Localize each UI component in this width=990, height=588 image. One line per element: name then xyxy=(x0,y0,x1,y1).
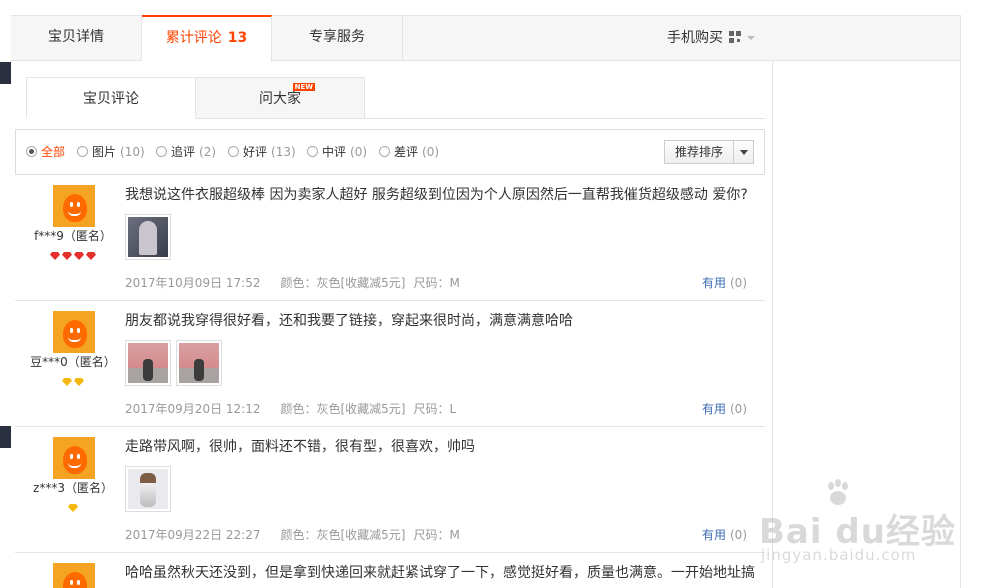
review-size: 尺码：L xyxy=(413,402,457,416)
review-username: 豆***0（匿名） xyxy=(30,355,116,369)
review-subtabs: 宝贝评论 问大家 NEW xyxy=(26,77,365,119)
review-color: 颜色：灰色[收藏减5元] xyxy=(280,402,406,416)
new-badge: NEW xyxy=(292,83,315,91)
filter-label: 中评 xyxy=(322,145,347,159)
review-text: 哈哈虽然秋天还没到，但是拿到快递回来就赶紧试穿了一下，感觉挺好看，质量也满意。一… xyxy=(125,565,755,581)
review-meta: 2017年10月09日 17:52 颜色：灰色[收藏减5元] 尺码：M xyxy=(125,274,460,291)
tab-reviews-label: 累计评论 xyxy=(165,30,222,46)
useful-count: (0) xyxy=(730,402,747,416)
review-filter-bar: 全部 图片 (10) 追评 (2) 好评 (13) 中评 (0) 差评 (0) 推荐排序 xyxy=(15,129,765,175)
chevron-down-icon xyxy=(740,150,748,155)
review-text: 我想说这件衣服超级棒 因为卖家人超好 服务超级到位因为个人原因然后一直帮我催货超… xyxy=(125,187,748,203)
review-item: f***9（匿名） 我想说这件衣服超级棒 因为卖家人超好 服务超级到位因为个人原… xyxy=(15,175,765,301)
useful-button[interactable]: 有用 (0) xyxy=(702,400,747,417)
review-date: 2017年09月22日 22:27 xyxy=(125,528,261,542)
review-date: 2017年09月20日 12:12 xyxy=(125,402,261,416)
useful-count: (0) xyxy=(730,276,747,290)
radio-icon xyxy=(26,146,37,157)
top-tab-bar: 宝贝详情 累计评论 13 专享服务 手机购买 xyxy=(11,15,961,62)
left-edge-marker xyxy=(0,62,11,84)
useful-label: 有用 xyxy=(701,528,726,542)
tab-exclusive-service[interactable]: 专享服务 xyxy=(272,15,403,61)
filter-count: (2) xyxy=(199,145,217,159)
review-image-thumb[interactable] xyxy=(176,340,222,386)
filter-positive[interactable]: 好评 (13) xyxy=(228,143,296,161)
review-size: 尺码：M xyxy=(413,276,460,290)
divider xyxy=(733,141,734,163)
review-images xyxy=(125,340,227,386)
useful-count: (0) xyxy=(730,528,747,542)
review-item: 豆***0（匿名） 朋友都说我穿得很好看，还和我要了链接，穿起来很时尚，满意满意… xyxy=(15,301,765,427)
filter-label: 图片 xyxy=(92,145,117,159)
review-username: f***9（匿名） xyxy=(34,229,112,243)
left-edge-marker xyxy=(0,426,11,448)
useful-button[interactable]: 有用 (0) xyxy=(702,526,747,543)
filter-negative[interactable]: 差评 (0) xyxy=(379,143,439,161)
avatar xyxy=(53,437,95,479)
filter-label: 差评 xyxy=(394,145,419,159)
mobile-buy-button[interactable]: 手机购买 xyxy=(667,16,755,61)
filter-count: (13) xyxy=(271,145,296,159)
review-image-thumb[interactable] xyxy=(125,214,171,260)
baidu-jingyan-watermark: Bai du经验 jingyan.baidu.com xyxy=(755,478,975,578)
useful-button[interactable]: 有用 (0) xyxy=(702,274,747,291)
subtab-item-reviews[interactable]: 宝贝评论 xyxy=(26,77,196,119)
subtab-ask-label: 问大家 xyxy=(259,91,301,107)
avatar xyxy=(53,311,95,353)
avatar xyxy=(53,185,95,227)
filter-count: (0) xyxy=(422,145,440,159)
avatar xyxy=(53,563,95,588)
review-date: 2017年10月09日 17:52 xyxy=(125,276,261,290)
radio-icon xyxy=(77,146,88,157)
useful-label: 有用 xyxy=(701,402,726,416)
filter-count: (10) xyxy=(120,145,145,159)
review-images xyxy=(125,214,176,260)
filter-label: 追评 xyxy=(171,145,196,159)
review-color: 颜色：灰色[收藏减5元] xyxy=(280,528,406,542)
review-text: 走路带风啊，很帅，面料还不错，很有型，很喜欢，帅吗 xyxy=(125,439,475,455)
filter-followup[interactable]: 追评 (2) xyxy=(156,143,216,161)
review-images xyxy=(125,466,176,512)
subtab-ask-everyone[interactable]: 问大家 NEW xyxy=(195,77,365,119)
radio-icon xyxy=(228,146,239,157)
filter-count: (0) xyxy=(350,145,368,159)
useful-label: 有用 xyxy=(701,276,726,290)
review-image-thumb[interactable] xyxy=(125,466,171,512)
review-username: z***3（匿名） xyxy=(33,481,113,495)
filter-neutral[interactable]: 中评 (0) xyxy=(307,143,367,161)
review-text: 朋友都说我穿得很好看，还和我要了链接，穿起来很时尚，满意满意哈哈 xyxy=(125,313,573,329)
watermark-url: jingyan.baidu.com xyxy=(761,546,917,564)
review-meta: 2017年09月20日 12:12 颜色：灰色[收藏减5元] 尺码：L xyxy=(125,400,456,417)
radio-icon xyxy=(379,146,390,157)
tab-item-details[interactable]: 宝贝详情 xyxy=(11,15,142,61)
reviews-count: 13 xyxy=(227,30,248,46)
user-rank-badge xyxy=(15,375,131,389)
qr-code-icon xyxy=(729,31,741,43)
user-rank-badge xyxy=(15,501,131,515)
tab-cumulative-reviews[interactable]: 累计评论 13 xyxy=(142,15,272,62)
review-item: 哈哈虽然秋天还没到，但是拿到快递回来就赶紧试穿了一下，感觉挺好看，质量也满意。一… xyxy=(15,553,765,588)
filter-images[interactable]: 图片 (10) xyxy=(77,143,145,161)
user-rank-badge xyxy=(15,249,131,263)
review-size: 尺码：M xyxy=(413,528,460,542)
filter-label: 好评 xyxy=(243,145,268,159)
sort-label: 推荐排序 xyxy=(675,145,724,159)
review-meta: 2017年09月22日 22:27 颜色：灰色[收藏减5元] 尺码：M xyxy=(125,526,460,543)
review-color: 颜色：灰色[收藏减5元] xyxy=(280,276,406,290)
review-image-thumb[interactable] xyxy=(125,340,171,386)
mobile-buy-label: 手机购买 xyxy=(667,30,723,46)
radio-icon xyxy=(307,146,318,157)
sort-dropdown[interactable]: 推荐排序 xyxy=(664,140,754,164)
filter-label: 全部 xyxy=(41,145,66,159)
filter-all[interactable]: 全部 xyxy=(26,143,65,161)
review-item: z***3（匿名） 走路带风啊，很帅，面料还不错，很有型，很喜欢，帅吗 2017… xyxy=(15,427,765,553)
radio-icon xyxy=(156,146,167,157)
chevron-down-icon xyxy=(747,36,755,40)
